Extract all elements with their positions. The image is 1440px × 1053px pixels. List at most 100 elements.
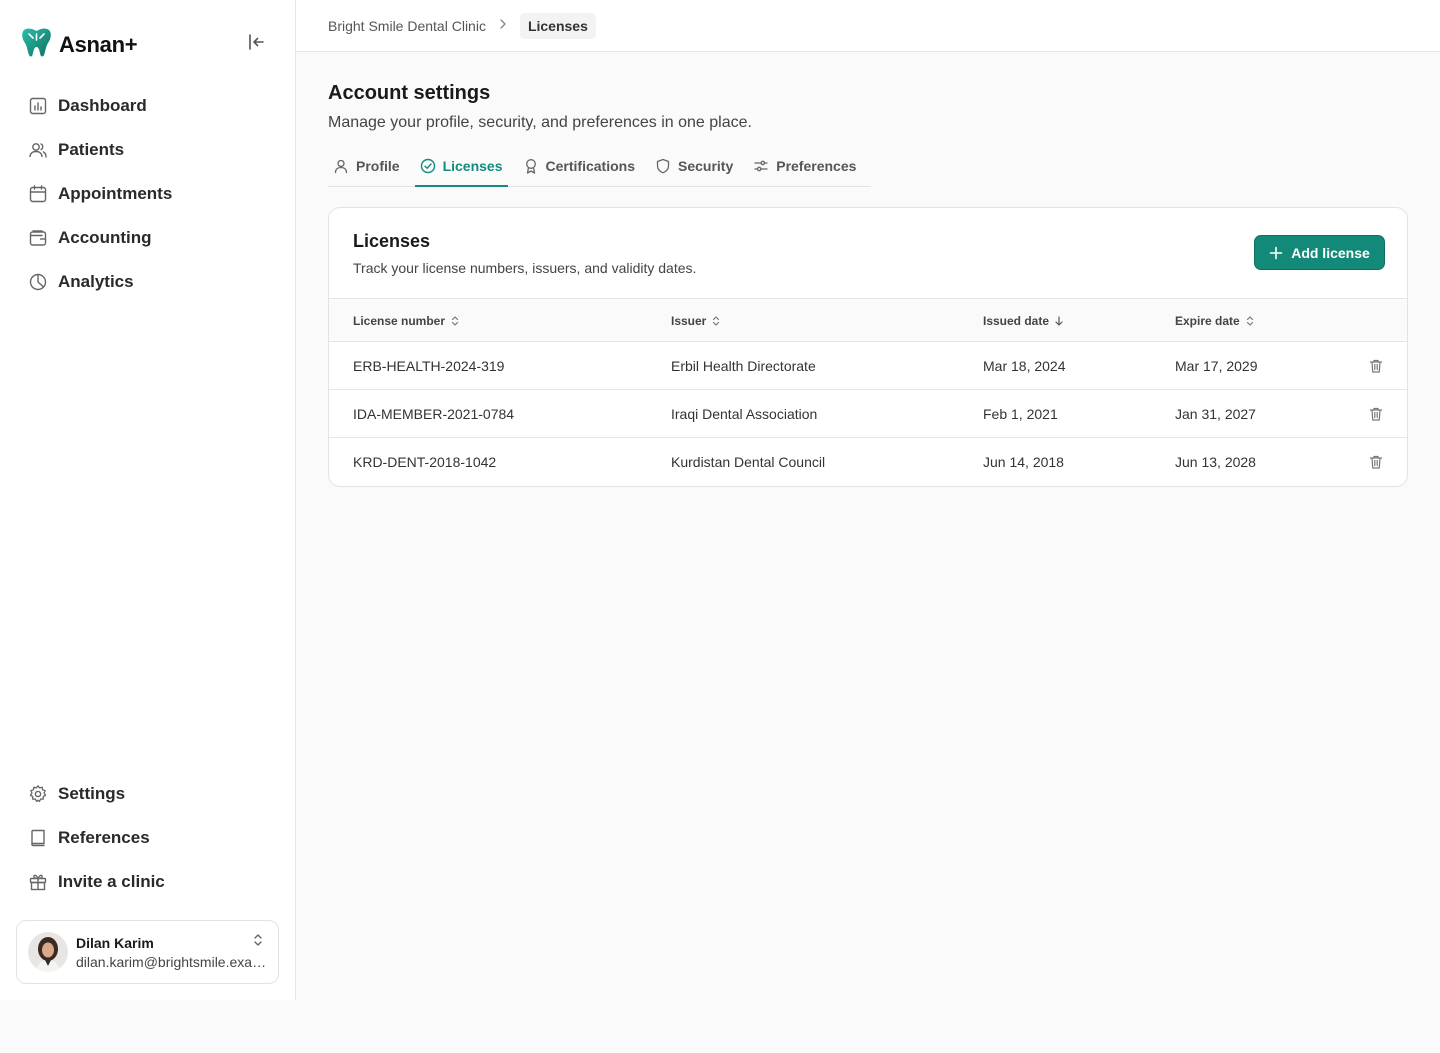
user-email: dilan.karim@brightsmile.example: [76, 953, 268, 970]
trash-icon: [1369, 359, 1383, 373]
sidebar-item-references[interactable]: References: [20, 816, 276, 860]
chevron-right-icon: [496, 17, 510, 36]
collapse-left-icon: [249, 34, 264, 50]
sidebar-item-analytics[interactable]: Analytics: [20, 260, 276, 304]
tooth-logo-icon: [20, 26, 53, 63]
license-issuer: Iraqi Dental Association: [671, 406, 818, 422]
column-label: Issuer: [671, 313, 707, 328]
license-issued-date: Mar 18, 2024: [983, 358, 1066, 374]
award-icon: [525, 159, 536, 174]
gear-icon: [29, 785, 47, 803]
column-issued-date[interactable]: Issued date: [983, 299, 1065, 342]
plus-icon: [1269, 246, 1283, 259]
sliders-icon: [754, 160, 768, 172]
trash-icon: [1369, 455, 1383, 469]
sidebar-item-label: Appointments: [58, 184, 173, 203]
delete-license-button[interactable]: [1367, 405, 1385, 423]
license-expire-date: Jan 31, 2027: [1175, 406, 1256, 422]
licenses-subtitle: Track your license numbers, issuers, and…: [353, 260, 697, 276]
tab-preferences[interactable]: Preferences: [748, 146, 861, 186]
license-number: KRD-DENT-2018-1042: [353, 454, 497, 470]
book-icon: [31, 829, 45, 847]
sort-icon: [451, 315, 459, 326]
table-header: License number Issuer Issued date Expire…: [329, 298, 1407, 342]
sidebar-item-dashboard[interactable]: Dashboard: [20, 84, 276, 128]
tab-label: Preferences: [776, 158, 857, 174]
sidebar-item-patients[interactable]: Patients: [20, 128, 276, 172]
column-license-number[interactable]: License number: [353, 299, 461, 342]
trash-icon: [1369, 407, 1383, 421]
page-subtitle: Manage your profile, security, and prefe…: [328, 114, 752, 131]
tab-label: Profile: [356, 158, 400, 174]
column-issuer[interactable]: Issuer: [671, 299, 722, 342]
sidebar-item-label: Accounting: [58, 228, 152, 247]
bar-chart-icon: [29, 97, 47, 115]
sidebar-item-settings[interactable]: Settings: [20, 772, 276, 816]
brand-name: Asnan+: [59, 31, 138, 57]
add-license-button[interactable]: Add license: [1254, 235, 1385, 270]
avatar: [28, 932, 68, 972]
breadcrumb: Bright Smile Dental Clinic Licenses: [328, 12, 596, 40]
sidebar-item-label: Dashboard: [58, 96, 147, 115]
brand[interactable]: Asnan+: [20, 26, 138, 63]
license-number: ERB-HEALTH-2024-319: [353, 358, 505, 374]
column-label: Issued date: [983, 313, 1050, 328]
sidebar-item-appointments[interactable]: Appointments: [20, 172, 276, 216]
license-expire-date: Jun 13, 2028: [1175, 454, 1256, 470]
sidebar-item-label: Analytics: [58, 272, 134, 291]
tab-security[interactable]: Security: [650, 146, 738, 186]
user-icon: [334, 159, 348, 174]
breadcrumb-current: Licenses: [519, 13, 596, 39]
column-label: Expire date: [1175, 313, 1240, 328]
license-issued-date: Feb 1, 2021: [983, 406, 1058, 422]
licenses-card: Licenses Track your license numbers, iss…: [328, 207, 1408, 487]
tab-certifications[interactable]: Certifications: [518, 146, 640, 186]
tab-label: Certifications: [545, 158, 635, 174]
sidebar-item-invite[interactable]: Invite a clinic: [20, 860, 276, 904]
users-icon: [29, 143, 47, 158]
column-expire-date[interactable]: Expire date: [1175, 299, 1256, 342]
sidebar-item-label: Settings: [58, 784, 126, 803]
sort-icon: [713, 315, 720, 326]
collapse-sidebar-button[interactable]: [244, 30, 268, 54]
secondary-nav: Settings References Invite a clinic: [20, 772, 276, 904]
licenses-title: Licenses: [353, 231, 431, 251]
license-issued-date: Jun 14, 2018: [983, 454, 1064, 470]
settings-tabs: Profile Licenses Certifications Security…: [328, 146, 871, 187]
calendar-icon: [29, 185, 47, 203]
sidebar: Asnan+ Dashboard Patients Appointments A…: [0, 0, 296, 1000]
shield-icon: [656, 158, 670, 174]
license-number: IDA-MEMBER-2021-0784: [353, 406, 515, 422]
user-name: Dilan Karim: [76, 934, 154, 951]
sidebar-item-label: Patients: [58, 140, 125, 159]
sidebar-item-label: Invite a clinic: [58, 872, 165, 891]
table-row: IDA-MEMBER-2021-0784 Iraqi Dental Associ…: [329, 390, 1407, 438]
chevron-up-down-icon: [252, 933, 264, 952]
tab-label: Licenses: [442, 157, 503, 174]
sidebar-item-label: References: [58, 828, 150, 847]
wallet-icon: [29, 230, 47, 246]
sort-icon: [1246, 315, 1253, 326]
delete-license-button[interactable]: [1367, 357, 1385, 375]
add-license-label: Add license: [1291, 244, 1370, 261]
tab-label: Security: [677, 158, 734, 174]
user-menu[interactable]: Dilan Karim dilan.karim@brightsmile.exam…: [16, 920, 279, 984]
license-issuer: Erbil Health Directorate: [671, 358, 816, 374]
license-expire-date: Mar 17, 2029: [1175, 358, 1258, 374]
delete-license-button[interactable]: [1367, 453, 1385, 471]
main-nav: Dashboard Patients Appointments Accounti…: [20, 84, 276, 304]
check-circle-icon: [420, 158, 435, 173]
tab-licenses[interactable]: Licenses: [414, 146, 508, 187]
pie-chart-icon: [29, 273, 47, 291]
tab-profile[interactable]: Profile: [328, 146, 405, 186]
sidebar-item-accounting[interactable]: Accounting: [20, 216, 276, 260]
topbar: Bright Smile Dental Clinic Licenses: [296, 0, 1440, 52]
license-issuer: Kurdistan Dental Council: [671, 454, 826, 470]
breadcrumb-clinic[interactable]: Bright Smile Dental Clinic: [328, 18, 486, 34]
table-row: ERB-HEALTH-2024-319 Erbil Health Directo…: [329, 342, 1407, 390]
arrow-down-icon: [1055, 315, 1063, 326]
gift-icon: [29, 874, 47, 891]
column-label: License number: [353, 313, 446, 328]
table-row: KRD-DENT-2018-1042 Kurdistan Dental Coun…: [329, 438, 1407, 486]
page-title: Account settings: [328, 82, 491, 104]
